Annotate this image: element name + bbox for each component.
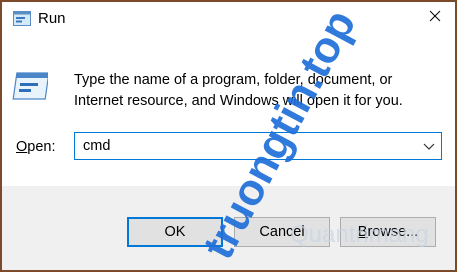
run-program-icon [12,72,50,102]
browse-button[interactable]: Browse... [340,217,436,247]
open-combobox[interactable]: cmd [74,132,442,160]
cancel-button[interactable]: Cancel [234,217,330,247]
run-icon [13,11,31,26]
dialog-body: Type the name of a program, folder, docu… [2,34,455,186]
ok-button[interactable]: OK [127,217,223,247]
window-title: Run [38,10,66,27]
chevron-down-icon[interactable] [421,139,437,155]
title-bar[interactable]: Run [2,2,455,34]
close-button[interactable] [421,4,449,32]
run-dialog: Run Type the name of a program, folder, … [0,0,457,272]
open-label: Open: [16,139,56,155]
dialog-description: Type the name of a program, folder, docu… [74,72,403,109]
open-input[interactable]: cmd [83,138,110,154]
close-icon [429,9,441,27]
button-bar: OK Cancel Browse... [2,186,455,270]
